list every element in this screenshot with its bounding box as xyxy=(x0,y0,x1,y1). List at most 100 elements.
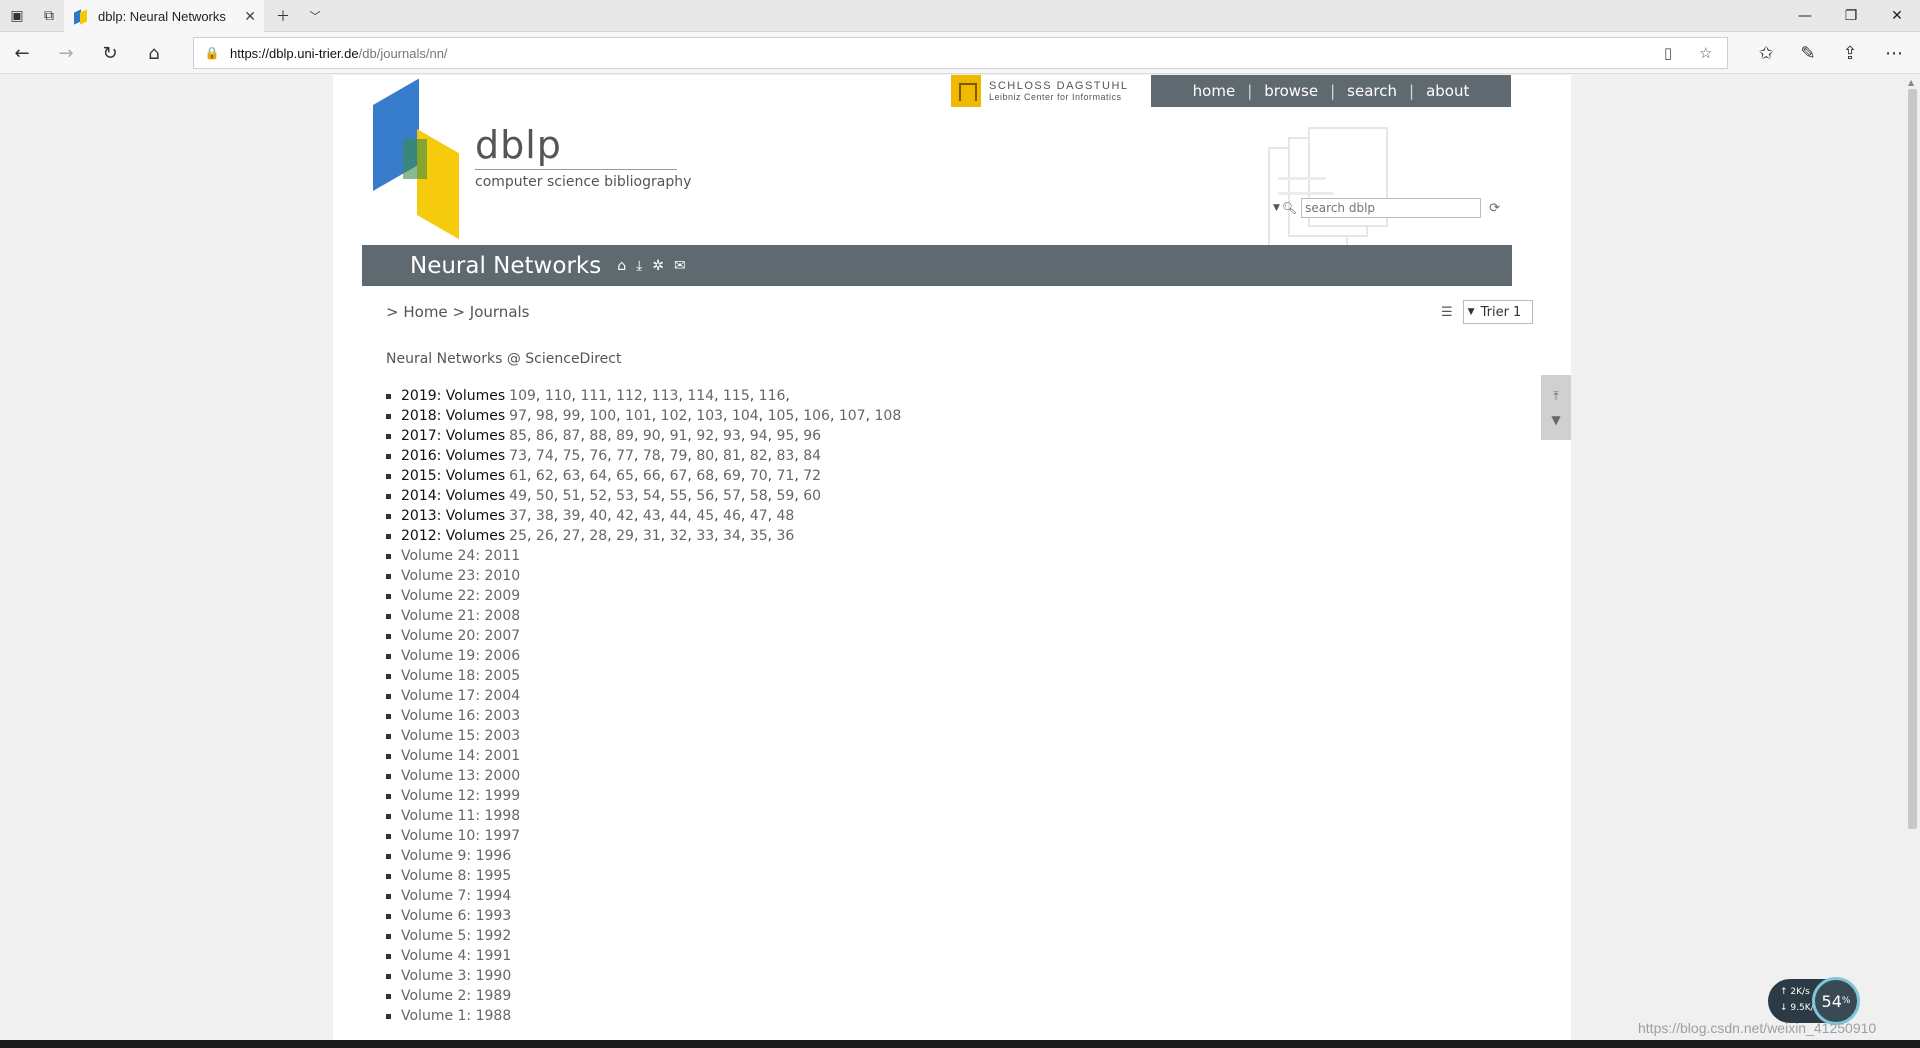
volume-link[interactable]: 116 xyxy=(759,386,786,406)
volume-link[interactable]: 107 xyxy=(839,406,866,426)
volume-link[interactable]: 73 xyxy=(509,446,527,466)
volume-link[interactable]: Volume 16: 2003 xyxy=(401,706,520,726)
restore-icon[interactable]: ❐ xyxy=(1828,0,1874,32)
volume-link[interactable]: Volume 24: 2011 xyxy=(401,546,520,566)
volume-link[interactable]: 85 xyxy=(509,426,527,446)
volume-link[interactable]: 58 xyxy=(750,486,768,506)
close-tab-icon[interactable]: ✕ xyxy=(244,8,256,25)
volume-link[interactable]: 101 xyxy=(625,406,652,426)
volume-link[interactable]: Volume 8: 1995 xyxy=(401,866,511,886)
share-icon[interactable]: ⇪ xyxy=(1830,32,1870,74)
volume-link[interactable]: 52 xyxy=(589,486,607,506)
volume-link[interactable]: 27 xyxy=(563,526,581,546)
volume-link[interactable]: 74 xyxy=(536,446,554,466)
volume-link[interactable]: Volume 15: 2003 xyxy=(401,726,520,746)
volume-link[interactable]: 103 xyxy=(696,406,723,426)
share-icon[interactable]: ✲ xyxy=(652,258,664,274)
volume-link[interactable]: 105 xyxy=(768,406,795,426)
volume-link[interactable]: 61 xyxy=(509,466,527,486)
new-tab-icon[interactable]: ＋ xyxy=(266,0,300,32)
volume-link[interactable]: Volume 23: 2010 xyxy=(401,566,520,586)
volume-link[interactable]: 114 xyxy=(687,386,714,406)
volume-link[interactable]: 115 xyxy=(723,386,750,406)
volume-link[interactable]: 68 xyxy=(696,466,714,486)
volume-link[interactable]: 90 xyxy=(643,426,661,446)
volume-link[interactable]: 110 xyxy=(545,386,572,406)
jump-top-icon[interactable]: ⤒ xyxy=(1553,384,1558,408)
search-help-icon[interactable]: ⟳ xyxy=(1489,201,1500,216)
volume-link[interactable]: 43 xyxy=(643,506,661,526)
forward-icon[interactable]: → xyxy=(46,32,86,74)
reading-view-icon[interactable]: ▯ xyxy=(1664,44,1672,62)
volume-link[interactable]: 25 xyxy=(509,526,527,546)
volume-link[interactable]: 53 xyxy=(616,486,634,506)
volume-link[interactable]: 26 xyxy=(536,526,554,546)
volume-link[interactable]: 100 xyxy=(589,406,616,426)
volume-link[interactable]: 79 xyxy=(670,446,688,466)
jump-bottom-icon[interactable]: ▼ xyxy=(1551,408,1560,432)
volume-link[interactable]: 37 xyxy=(509,506,527,526)
volume-link[interactable]: 60 xyxy=(803,486,821,506)
volume-link[interactable]: Volume 4: 1991 xyxy=(401,946,511,966)
volume-link[interactable]: 67 xyxy=(670,466,688,486)
volume-link[interactable]: Volume 11: 1998 xyxy=(401,806,520,826)
volume-link[interactable]: 95 xyxy=(777,426,795,446)
feedback-icon[interactable]: ✉ xyxy=(674,258,686,274)
scrollbar-thumb[interactable] xyxy=(1908,89,1917,829)
volume-link[interactable]: 94 xyxy=(750,426,768,446)
volume-link[interactable]: 36 xyxy=(777,526,795,546)
volume-link[interactable]: 56 xyxy=(696,486,714,506)
volume-link[interactable]: 69 xyxy=(723,466,741,486)
volume-link[interactable]: 55 xyxy=(670,486,688,506)
minimize-icon[interactable]: — xyxy=(1782,0,1828,32)
volume-link[interactable]: 63 xyxy=(563,466,581,486)
nav-browse[interactable]: browse xyxy=(1252,82,1330,100)
dagstuhl-logo[interactable]: SCHLOSS DAGSTUHL Leibniz Center for Info… xyxy=(951,75,1131,107)
volume-link[interactable]: 72 xyxy=(803,466,821,486)
volume-link[interactable]: Volume 19: 2006 xyxy=(401,646,520,666)
pen-notes-icon[interactable]: ✎ xyxy=(1788,32,1828,74)
volume-link[interactable]: 80 xyxy=(696,446,714,466)
volume-link[interactable]: Volume 14: 2001 xyxy=(401,746,520,766)
volume-link[interactable]: 98 xyxy=(536,406,554,426)
volume-link[interactable]: Volume 1: 1988 xyxy=(401,1006,511,1026)
network-monitor-widget[interactable]: ↑ 2K/s ↓ 9.5K/s 54% xyxy=(1768,977,1860,1025)
volume-link[interactable]: Volume 22: 2009 xyxy=(401,586,520,606)
volume-link[interactable]: 57 xyxy=(723,486,741,506)
volume-link[interactable]: 93 xyxy=(723,426,741,446)
volume-link[interactable]: Volume 13: 2000 xyxy=(401,766,520,786)
volume-link[interactable]: 40 xyxy=(589,506,607,526)
breadcrumb-journals[interactable]: Journals xyxy=(470,303,530,321)
active-tab[interactable]: dblp: Neural Networks ✕ xyxy=(64,0,264,32)
volume-link[interactable]: 91 xyxy=(670,426,688,446)
tab-preview-chevron-icon[interactable]: ﹀ xyxy=(298,0,332,32)
volume-link[interactable]: Volume 18: 2005 xyxy=(401,666,520,686)
volume-link[interactable]: 44 xyxy=(670,506,688,526)
volume-link[interactable]: 82 xyxy=(750,446,768,466)
back-icon[interactable]: ← xyxy=(2,32,42,74)
volume-link[interactable]: 39 xyxy=(563,506,581,526)
volume-link[interactable]: 28 xyxy=(589,526,607,546)
volume-link[interactable]: 35 xyxy=(750,526,768,546)
page-scrollbar[interactable]: ▲ xyxy=(1905,75,1920,1040)
volume-link[interactable]: 78 xyxy=(643,446,661,466)
volume-link[interactable]: 38 xyxy=(536,506,554,526)
volume-link[interactable]: 54 xyxy=(643,486,661,506)
volume-link[interactable]: 109 xyxy=(509,386,536,406)
volume-link[interactable]: 106 xyxy=(803,406,830,426)
favorite-star-icon[interactable]: ☆ xyxy=(1699,44,1712,62)
volume-link[interactable]: Volume 10: 1997 xyxy=(401,826,520,846)
volume-link[interactable]: 99 xyxy=(563,406,581,426)
volume-link[interactable]: 32 xyxy=(670,526,688,546)
sciencedirect-link[interactable]: Neural Networks @ ScienceDirect xyxy=(386,351,621,367)
mirror-dropdown[interactable]: ▼ Trier 1 xyxy=(1462,300,1533,324)
volume-link[interactable]: 33 xyxy=(696,526,714,546)
volume-link[interactable]: 31 xyxy=(643,526,661,546)
volume-link[interactable]: 51 xyxy=(563,486,581,506)
volume-link[interactable]: 108 xyxy=(875,406,902,426)
tab-actions-icon[interactable]: ▣ xyxy=(0,0,34,32)
volume-link[interactable]: 92 xyxy=(696,426,714,446)
volume-link[interactable]: 46 xyxy=(723,506,741,526)
address-bar[interactable]: 🔒 https://dblp.uni-trier.de/db/journals/… xyxy=(193,37,1728,69)
volume-link[interactable]: Volume 21: 2008 xyxy=(401,606,520,626)
